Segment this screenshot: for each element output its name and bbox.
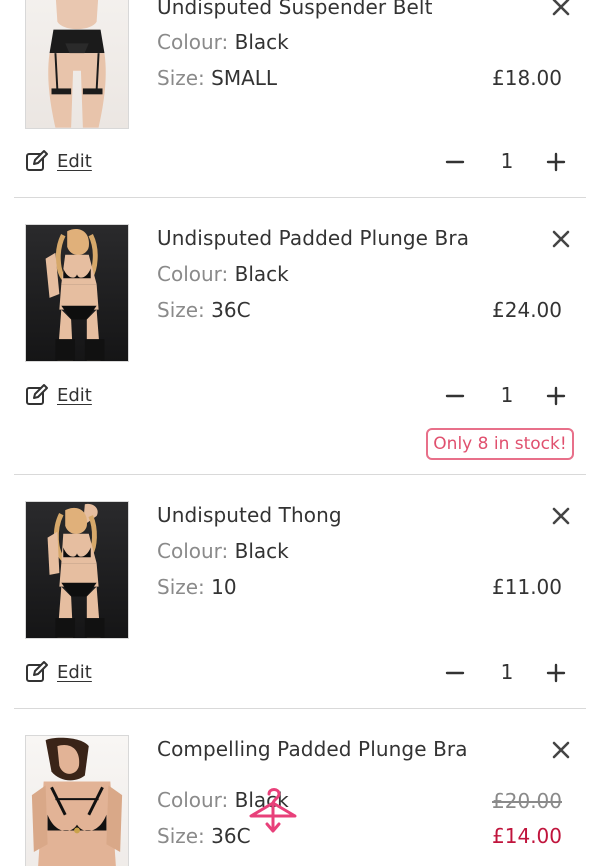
size-label: Size: (157, 575, 205, 599)
edit-icon (25, 383, 49, 407)
edit-item-link[interactable]: Edit (25, 148, 92, 174)
plus-icon (546, 152, 566, 172)
edit-label: Edit (57, 384, 92, 406)
colour-attribute: Colour: Black (157, 262, 289, 286)
edit-icon (25, 660, 49, 684)
size-attribute: Size: 10 (157, 575, 237, 599)
product-title[interactable]: Undisputed Padded Plunge Bra (157, 226, 469, 250)
size-label: Size: (157, 298, 205, 322)
original-price: £20.00 (492, 789, 562, 813)
product-title[interactable]: Undisputed Thong (157, 503, 342, 527)
minus-icon (445, 394, 465, 398)
close-icon (552, 0, 570, 16)
size-attribute: Size: 36C (157, 824, 251, 848)
increase-quantity-button[interactable] (545, 151, 567, 173)
colour-value: Black (234, 30, 289, 54)
increase-quantity-button[interactable] (545, 662, 567, 684)
decrease-quantity-button[interactable] (444, 385, 466, 407)
product-title[interactable]: Compelling Padded Plunge Bra (157, 737, 468, 761)
decrease-quantity-button[interactable] (444, 151, 466, 173)
item-price: £18.00 (492, 66, 562, 90)
bag-item-compelling-bra: Compelling Padded Plunge Bra Colour: Bla… (0, 709, 600, 866)
colour-label: Colour: (157, 30, 229, 54)
minus-icon (445, 671, 465, 675)
product-image[interactable] (25, 224, 129, 362)
remove-item-button[interactable] (550, 505, 572, 527)
remove-item-button[interactable] (550, 228, 572, 250)
bag-item-padded-plunge-bra: Undisputed Padded Plunge Bra Colour: Bla… (0, 198, 600, 474)
size-value: SMALL (211, 66, 278, 90)
quantity-value: 1 (500, 660, 514, 684)
product-image[interactable] (25, 0, 129, 129)
remove-item-button[interactable] (550, 0, 572, 18)
edit-item-link[interactable]: Edit (25, 659, 92, 685)
bag-item-thong: Undisputed Thong Colour: Black Size: 10 … (0, 475, 600, 708)
size-label: Size: (157, 66, 205, 90)
edit-label: Edit (57, 150, 92, 172)
edit-icon (25, 149, 49, 173)
decrease-quantity-button[interactable] (444, 662, 466, 684)
plus-icon (546, 386, 566, 406)
size-attribute: Size: 36C (157, 298, 251, 322)
item-price: £24.00 (492, 298, 562, 322)
close-icon (552, 741, 570, 759)
product-photo (48, 0, 106, 128)
quantity-value: 1 (500, 383, 514, 407)
hanger-icon (247, 784, 299, 836)
close-icon (552, 230, 570, 248)
sale-price: £14.00 (492, 824, 562, 848)
edit-item-link[interactable]: Edit (25, 382, 92, 408)
product-photo (31, 737, 123, 866)
colour-value: Black (234, 262, 289, 286)
colour-label: Colour: (157, 788, 229, 812)
size-label: Size: (157, 824, 205, 848)
edit-label: Edit (57, 661, 92, 683)
quantity-value: 1 (500, 149, 514, 173)
increase-quantity-button[interactable] (545, 385, 567, 407)
size-value: 36C (211, 824, 251, 848)
colour-attribute: Colour: Black (157, 539, 289, 563)
size-value: 10 (211, 575, 237, 599)
plus-icon (546, 663, 566, 683)
colour-attribute: Colour: Black (157, 30, 289, 54)
close-icon (552, 507, 570, 525)
product-photo (47, 503, 105, 638)
shopping-bag-page: Undisputed Suspender Belt Colour: Black … (0, 0, 600, 866)
product-title[interactable]: Undisputed Suspender Belt (157, 0, 433, 19)
product-image[interactable] (25, 501, 129, 639)
size-attribute: Size: SMALL (157, 66, 277, 90)
product-image[interactable] (25, 735, 129, 866)
item-price: £11.00 (492, 575, 562, 599)
product-photo (45, 228, 105, 361)
minus-icon (445, 160, 465, 164)
bag-item-suspender-belt: Undisputed Suspender Belt Colour: Black … (0, 0, 600, 197)
colour-label: Colour: (157, 539, 229, 563)
size-value: 36C (211, 298, 251, 322)
low-stock-badge: Only 8 in stock! (426, 428, 574, 460)
colour-label: Colour: (157, 262, 229, 286)
remove-item-button[interactable] (550, 739, 572, 761)
colour-value: Black (234, 539, 289, 563)
